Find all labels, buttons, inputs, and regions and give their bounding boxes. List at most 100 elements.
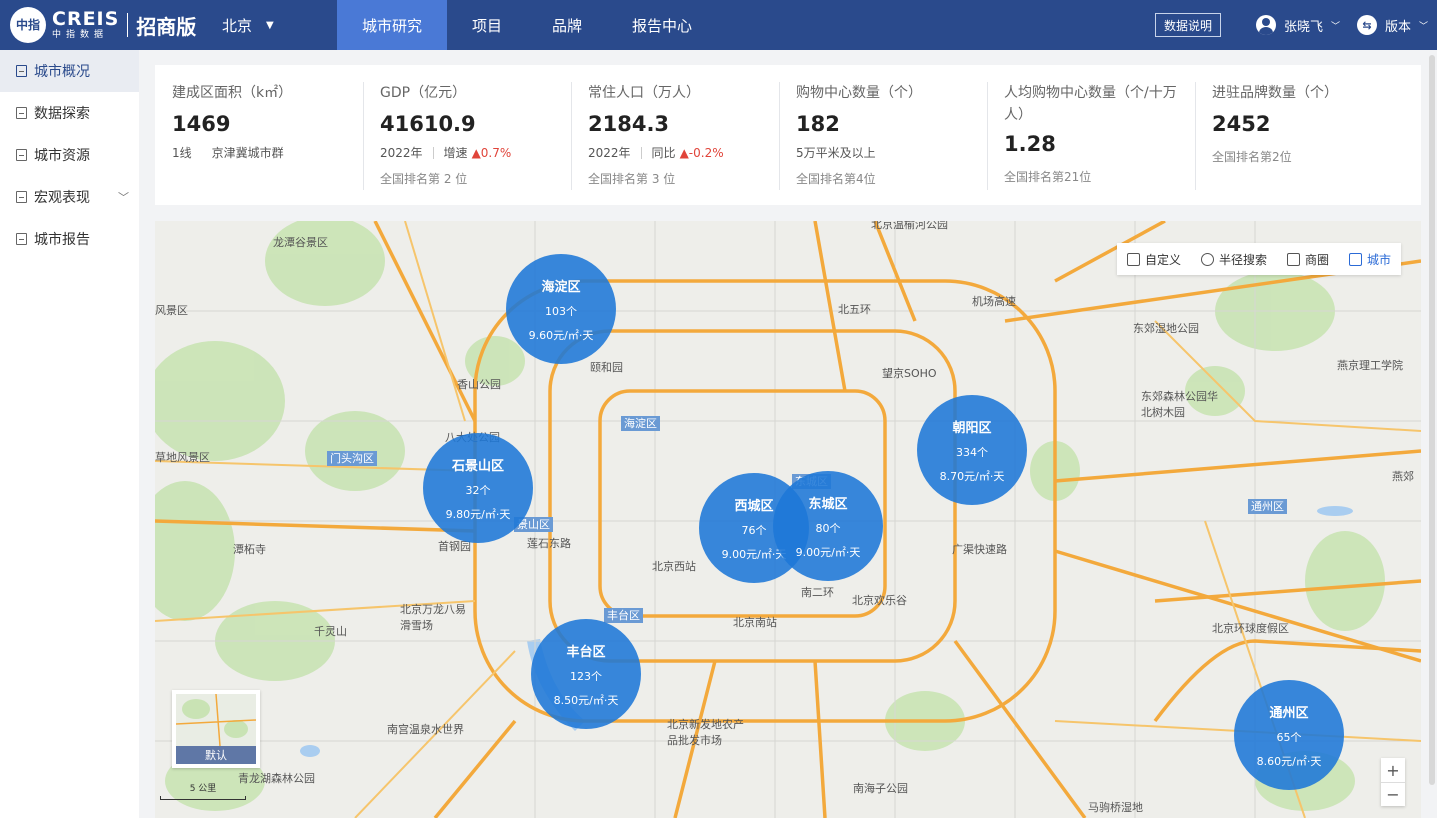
district-count: 65个	[1276, 730, 1302, 744]
stat-value: 2184.3	[588, 112, 670, 136]
place-label: 莲石东路	[527, 537, 571, 550]
stat-rank: 全国排名第 2 位	[380, 172, 468, 186]
place-label: 机场高速	[972, 295, 1016, 308]
tool-label: 城市	[1366, 252, 1391, 267]
city-name: 北京	[222, 16, 253, 35]
sidebar-item-city-resources[interactable]: 城市资源	[0, 134, 139, 176]
zoom-out-button[interactable]: −	[1381, 782, 1405, 806]
logo[interactable]: 中指 CREIS 中指数据 招商版	[10, 7, 196, 43]
sidebar-item-macro[interactable]: 宏观表现 ﹀	[0, 176, 139, 218]
place-label: 北京南站	[733, 616, 777, 629]
page-scrollbar[interactable]	[1429, 55, 1435, 785]
district-price: 8.60元/㎡·天	[1256, 754, 1322, 768]
district-bubble-dongcheng[interactable]: 东城区 80个 9.00元/㎡·天	[773, 471, 883, 581]
switch-icon: ⇆	[1357, 15, 1377, 35]
stat-rank: 全国排名第 3 位	[588, 172, 676, 186]
chevron-down-icon: ﹀	[1331, 21, 1341, 32]
version-menu[interactable]: ⇆ 版本 ﹀	[1357, 0, 1428, 50]
stat-malls-per-capita: 人均购物中心数量（个/十万人） 1.28 全国排名第21位	[987, 82, 1195, 190]
user-menu[interactable]: 张晓飞 ﹀	[1256, 0, 1340, 50]
report-icon	[16, 233, 27, 245]
growth-value: ▲0.7%	[471, 146, 512, 160]
logo-mark: 中指	[10, 7, 46, 43]
user-avatar-icon	[1256, 15, 1276, 35]
stat-value: 41610.9	[380, 112, 476, 136]
place-label: 北五环	[838, 303, 871, 316]
district-name: 朝阳区	[952, 420, 992, 436]
district-price: 9.00元/㎡·天	[795, 545, 861, 559]
data-doc-button[interactable]: 数据说明	[1155, 13, 1221, 37]
sidebar-item-city-report[interactable]: 城市报告	[0, 218, 139, 260]
stat-value: 182	[796, 112, 840, 136]
district-bubble-fengtai[interactable]: 丰台区 123个 8.50元/㎡·天	[531, 619, 641, 729]
place-label: 青龙湖森林公园	[238, 772, 315, 785]
district-name: 西城区	[734, 498, 774, 514]
bar-chart-icon	[16, 191, 27, 203]
city-region: 京津冀城市群	[211, 146, 284, 160]
city-selector[interactable]: 北京 ▼	[222, 0, 274, 50]
growth-value: ▲-0.2%	[679, 146, 724, 160]
district-bubble-chaoyang[interactable]: 朝阳区 334个 8.70元/㎡·天	[917, 395, 1027, 505]
stat-label: 购物中心数量（个）	[796, 85, 922, 101]
nav-projects[interactable]: 项目	[447, 0, 527, 50]
district-bubble-shijingshan[interactable]: 石景山区 32个 9.80元/㎡·天	[423, 433, 533, 543]
stat-value: 1469	[172, 112, 231, 136]
district-name: 通州区	[1269, 705, 1309, 721]
district-bubble-haidian[interactable]: 海淀区 103个 9.60元/㎡·天	[506, 254, 616, 364]
custom-tool-button[interactable]: 自定义	[1126, 251, 1181, 268]
district-tag: 丰台区	[604, 608, 643, 623]
city-map[interactable]: 龙潭谷景区 风景区 颐和园 香山公园 八大处公园 草地风景区 潭柘寺 首钢园 莲…	[155, 221, 1421, 818]
place-label: 南海子公园	[853, 782, 908, 795]
explore-icon	[16, 107, 27, 119]
place-label: 马驹桥湿地	[1088, 801, 1143, 814]
stat-label: 进驻品牌数量（个）	[1212, 85, 1338, 101]
place-label: 北京万龙八易滑雪场	[400, 603, 466, 632]
place-label: 东郊森林公园华北树木园	[1141, 390, 1218, 419]
map-scale: 5 公里	[160, 781, 246, 800]
nav-city-research[interactable]: 城市研究	[337, 0, 448, 50]
growth-label: 同比	[651, 146, 676, 160]
logo-subtitle: 中指数据	[52, 30, 109, 40]
caret-down-icon: ▼	[266, 19, 274, 31]
stat-label: 人均购物中心数量（个/十万人）	[1004, 85, 1177, 123]
sidebar-item-label: 宏观表现	[34, 190, 90, 206]
stat-brands: 进驻品牌数量（个） 2452 全国排名第2位	[1195, 82, 1403, 190]
radius-icon	[1200, 252, 1214, 266]
district-price: 8.50元/㎡·天	[553, 693, 619, 707]
city-tool-button[interactable]: 城市	[1348, 251, 1391, 268]
edition-label: 招商版	[136, 14, 197, 39]
chevron-down-icon: ﹀	[118, 191, 129, 204]
main-nav: 城市研究 项目 品牌 报告中心	[337, 0, 717, 50]
place-label: 燕京理工学院	[1337, 359, 1403, 372]
place-label: 香山公园	[457, 378, 501, 391]
stat-malls: 购物中心数量（个） 182 5万平米及以上 全国排名第4位	[779, 82, 987, 190]
edit-square-icon	[1126, 252, 1140, 266]
stat-label: GDP（亿元）	[380, 85, 467, 101]
sidebar-item-label: 城市资源	[34, 148, 90, 164]
business-district-button[interactable]: 商圈	[1286, 251, 1329, 268]
resource-icon	[16, 149, 27, 161]
zoom-in-button[interactable]: +	[1381, 758, 1405, 782]
district-bubble-tongzhou[interactable]: 通州区 65个 8.60元/㎡·天	[1234, 680, 1344, 790]
nav-brands[interactable]: 品牌	[527, 0, 607, 50]
stat-rank: 全国排名第21位	[1004, 170, 1092, 184]
tool-label: 自定义	[1144, 252, 1181, 267]
scale-label: 5 公里	[189, 784, 217, 794]
stat-rank: 全国排名第2位	[1212, 150, 1292, 164]
sidebar-item-city-overview[interactable]: 城市概况	[0, 50, 139, 92]
basemap-switcher[interactable]: 默认	[172, 690, 260, 768]
sidebar: 城市概况 数据探索 城市资源 宏观表现 ﹀ 城市报告	[0, 50, 139, 818]
district-count: 76个	[741, 523, 767, 537]
district-name: 石景山区	[451, 458, 504, 474]
basemap-label: 默认	[176, 746, 256, 764]
place-label: 南宫温泉水世界	[387, 723, 464, 736]
district-price: 8.70元/㎡·天	[939, 469, 1005, 483]
nav-report-center[interactable]: 报告中心	[607, 0, 717, 50]
map-toolbar: 自定义 半径搜索 商圈 城市	[1117, 243, 1401, 275]
place-label: 风景区	[155, 304, 188, 317]
radius-search-button[interactable]: 半径搜索	[1200, 251, 1267, 268]
district-tag: 海淀区	[621, 416, 660, 431]
tool-label: 商圈	[1304, 252, 1329, 267]
place-label: 望京SOHO	[882, 367, 937, 380]
sidebar-item-data-explore[interactable]: 数据探索	[0, 92, 139, 134]
